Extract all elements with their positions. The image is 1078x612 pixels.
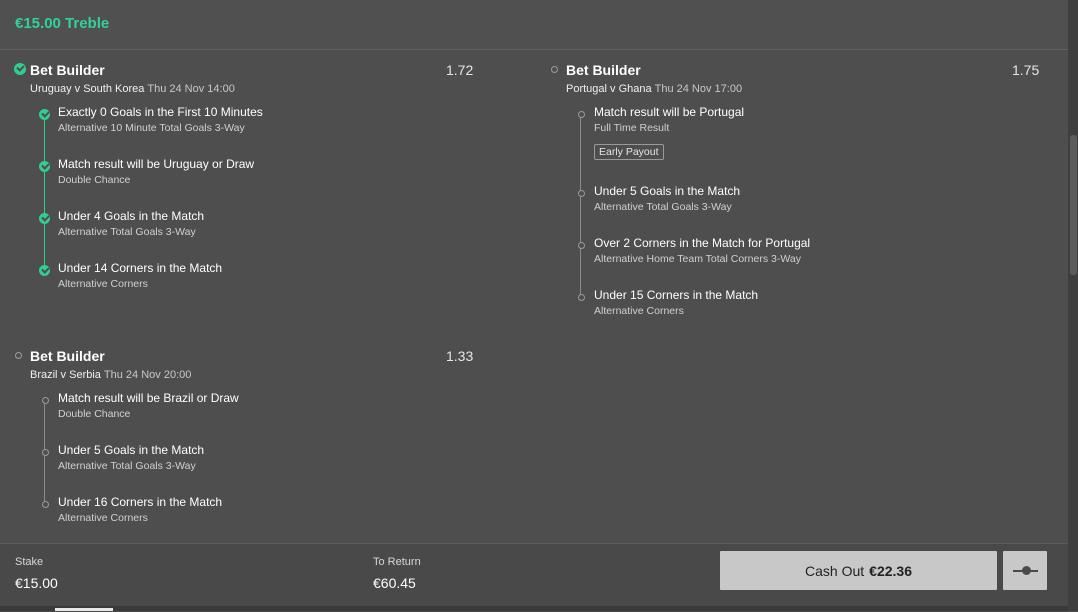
match-date: Thu 24 Nov 14:00 <box>147 83 235 95</box>
selection-market: Alternative Home Team Total Corners 3-Wa… <box>594 253 801 265</box>
bet-builder-title: Bet Builder <box>30 62 105 78</box>
bet-header[interactable]: €15.00 Treble <box>0 0 1068 50</box>
match-info: Brazil v Serbia Thu 24 Nov 20:00 <box>30 369 191 381</box>
circle-icon <box>578 294 585 301</box>
match-date: Thu 24 Nov 17:00 <box>654 83 743 95</box>
selection-name: Under 15 Corners in the Match <box>594 288 759 302</box>
circle-icon <box>15 352 22 359</box>
check-circle-icon <box>39 109 50 120</box>
selection-market: Alternative Corners <box>594 305 684 317</box>
selection-market: Double Chance <box>58 174 131 186</box>
partial-cash-out-slider-button[interactable] <box>1003 551 1047 590</box>
circle-icon <box>578 190 585 197</box>
selection-name: Under 4 Goals in the Match <box>58 209 205 223</box>
scrollbar[interactable] <box>1068 0 1078 611</box>
selection-market: Alternative Total Goals 3-Way <box>58 226 196 238</box>
bet-builder-title: Bet Builder <box>30 348 105 364</box>
progress-rail <box>44 116 45 272</box>
scrollbar-thumb[interactable] <box>1070 135 1077 275</box>
selection-name: Match result will be Brazil or Draw <box>58 391 239 405</box>
selection-name: Match result will be Portugal <box>594 105 745 119</box>
bet-footer: Stake €15.00 To Return €60.45 Cash Out €… <box>0 543 1068 612</box>
check-circle-icon <box>39 265 50 276</box>
selection-market: Full Time Result <box>594 122 670 134</box>
circle-icon <box>42 501 49 508</box>
return-value: €60.45 <box>373 575 416 591</box>
circle-icon <box>551 66 558 73</box>
match-name: Brazil v Serbia <box>30 369 101 381</box>
circle-icon <box>578 242 585 249</box>
check-circle-icon <box>14 63 26 75</box>
selection-market: Alternative Total Goals 3-Way <box>58 460 196 472</box>
match-name: Uruguay v South Korea <box>30 83 145 95</box>
selection-name: Exactly 0 Goals in the First 10 Minutes <box>58 105 263 119</box>
selection-name: Under 16 Corners in the Match <box>58 495 223 509</box>
selection-market: Alternative Corners <box>58 278 148 290</box>
match-info: Portugal v Ghana Thu 24 Nov 17:00 <box>566 83 742 95</box>
match-name: Portugal v Ghana <box>566 83 652 95</box>
selection-name: Over 2 Corners in the Match for Portugal <box>594 236 811 250</box>
return-label: To Return <box>373 556 421 568</box>
cash-out-button[interactable]: Cash Out €22.36 <box>720 551 997 590</box>
progress-rail <box>580 116 581 298</box>
check-circle-icon <box>39 161 50 172</box>
selection-name: Under 5 Goals in the Match <box>594 184 741 198</box>
circle-icon <box>578 111 585 118</box>
bet-builder-odds: 1.72 <box>446 62 474 78</box>
stake-value: €15.00 <box>15 575 58 591</box>
selection-market: Alternative 10 Minute Total Goals 3-Way <box>58 122 245 134</box>
selection-market: Double Chance <box>58 408 131 420</box>
selection-name: Match result will be Uruguay or Draw <box>58 157 255 171</box>
selection-name: Under 14 Corners in the Match <box>58 261 223 275</box>
taskbar-strip <box>0 606 1068 611</box>
slider-knob-icon <box>1022 566 1031 575</box>
match-date: Thu 24 Nov 20:00 <box>103 369 192 381</box>
stake-label: Stake <box>15 556 44 568</box>
bet-title: €15.00 Treble <box>15 15 110 32</box>
circle-icon <box>42 397 49 404</box>
match-info: Uruguay v South Korea Thu 24 Nov 14:00 <box>30 83 235 95</box>
selection-market: Alternative Total Goals 3-Way <box>594 201 732 213</box>
circle-icon <box>42 449 49 456</box>
selection-name: Under 5 Goals in the Match <box>58 443 205 457</box>
cash-out-value: €22.36 <box>869 562 912 579</box>
bet-builder-uruguay: Bet Builder 1.72 Uruguay v South Korea Th… <box>14 62 485 290</box>
bet-builder-title: Bet Builder <box>566 62 641 78</box>
cash-out-label: Cash Out <box>805 562 865 579</box>
selection-market: Alternative Corners <box>58 512 148 524</box>
early-payout-badge: Early Payout <box>594 144 664 160</box>
bet-builder-portugal: Bet Builder 1.75 Portugal v Ghana Thu 24 … <box>551 62 1039 317</box>
bet-builder-odds: 1.33 <box>446 348 474 364</box>
check-circle-icon <box>39 213 50 224</box>
bet-builder-brazil: Bet Builder 1.33 Brazil v Serbia Thu 24 N… <box>15 348 485 524</box>
bet-builder-odds: 1.75 <box>1012 62 1040 78</box>
